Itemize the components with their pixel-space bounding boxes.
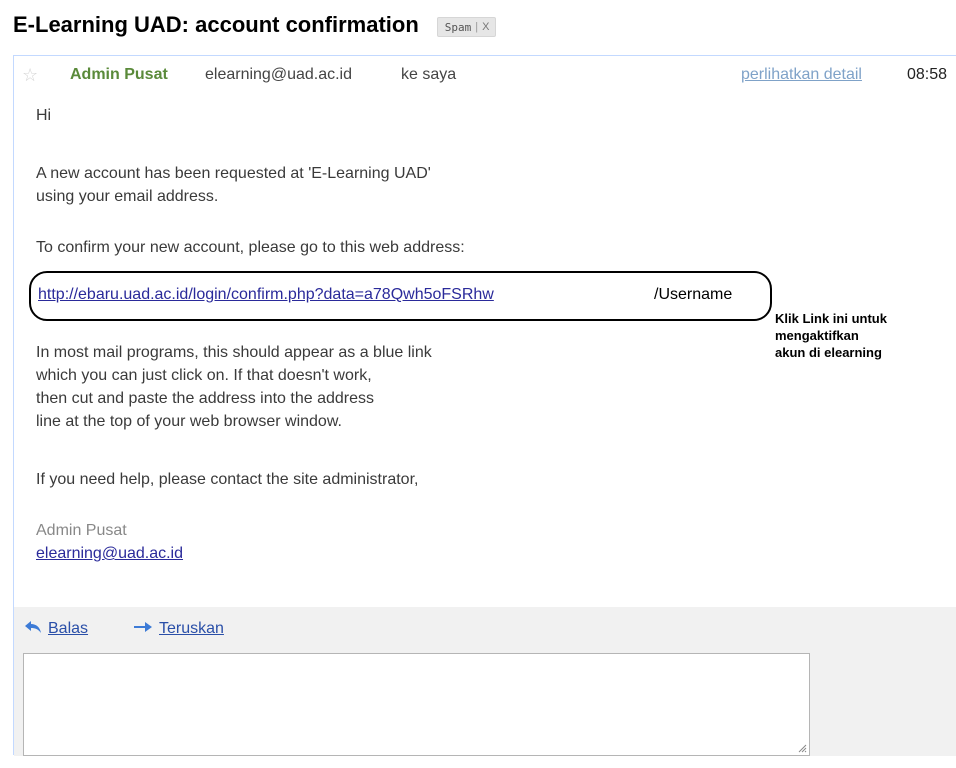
reply-arrow-icon: [24, 619, 42, 639]
star-icon[interactable]: ☆: [22, 65, 38, 86]
paragraph-line: A new account has been requested at 'E-L…: [36, 165, 431, 182]
confirm-account-link[interactable]: http://ebaru.uad.ac.id/login/confirm.php…: [38, 286, 494, 304]
recipient-text: ke saya: [401, 66, 457, 83]
paragraph-link-help: In most mail programs, this should appea…: [36, 341, 432, 433]
forward-arrow-icon: [133, 619, 153, 639]
reply-area: Balas Teruskan: [14, 607, 956, 756]
spam-label-chip[interactable]: Spam | X: [436, 17, 496, 37]
forward-button[interactable]: Teruskan: [133, 619, 224, 639]
username-suffix: /Username: [654, 286, 733, 303]
paragraph-line: which you can just click on. If that doe…: [36, 367, 372, 384]
paragraph-line: then cut and paste the address into the …: [36, 390, 375, 407]
sender-name[interactable]: Admin Pusat: [70, 66, 168, 84]
greeting: Hi: [36, 107, 52, 124]
signature-email-link[interactable]: elearning@uad.ac.id: [36, 545, 183, 563]
message-time: 08:58: [907, 66, 948, 83]
signature-name: Admin Pusat: [36, 522, 127, 539]
paragraph-line: In most mail programs, this should appea…: [36, 344, 432, 361]
reply-textarea[interactable]: [23, 653, 810, 756]
annotation-line: akun di elearning: [775, 345, 882, 360]
message-header: ☆ Admin Pusat elearning@uad.ac.id ke say…: [14, 56, 956, 94]
label-separator: |: [475, 21, 479, 33]
email-subject: E-Learning UAD: account confirmation: [13, 12, 419, 37]
reply-button[interactable]: Balas: [24, 619, 88, 639]
paragraph-confirm-instruction: To confirm your new account, please go t…: [36, 239, 465, 256]
annotation-line: mengaktifkan: [775, 328, 859, 343]
label-text: Spam: [444, 20, 472, 34]
show-details-link[interactable]: perlihatkan detail: [741, 66, 862, 84]
paragraph-contact-admin: If you need help, please contact the sit…: [36, 471, 419, 488]
paragraph-account-requested: A new account has been requested at 'E-L…: [36, 162, 431, 208]
reply-label: Balas: [48, 620, 89, 637]
paragraph-line: using your email address.: [36, 188, 219, 205]
remove-label-icon[interactable]: X: [482, 21, 489, 33]
forward-label: Teruskan: [159, 620, 224, 637]
sender-email: elearning@uad.ac.id: [205, 66, 353, 83]
link-annotation: Klik Link ini untuk mengaktifkan akun di…: [775, 310, 955, 361]
resize-grip-icon[interactable]: [797, 743, 807, 753]
annotation-line: Klik Link ini untuk: [775, 311, 887, 326]
paragraph-line: line at the top of your web browser wind…: [36, 413, 342, 430]
email-message: ☆ Admin Pusat elearning@uad.ac.id ke say…: [13, 55, 956, 756]
subject-row: E-Learning UAD: account confirmation Spa…: [13, 8, 496, 42]
